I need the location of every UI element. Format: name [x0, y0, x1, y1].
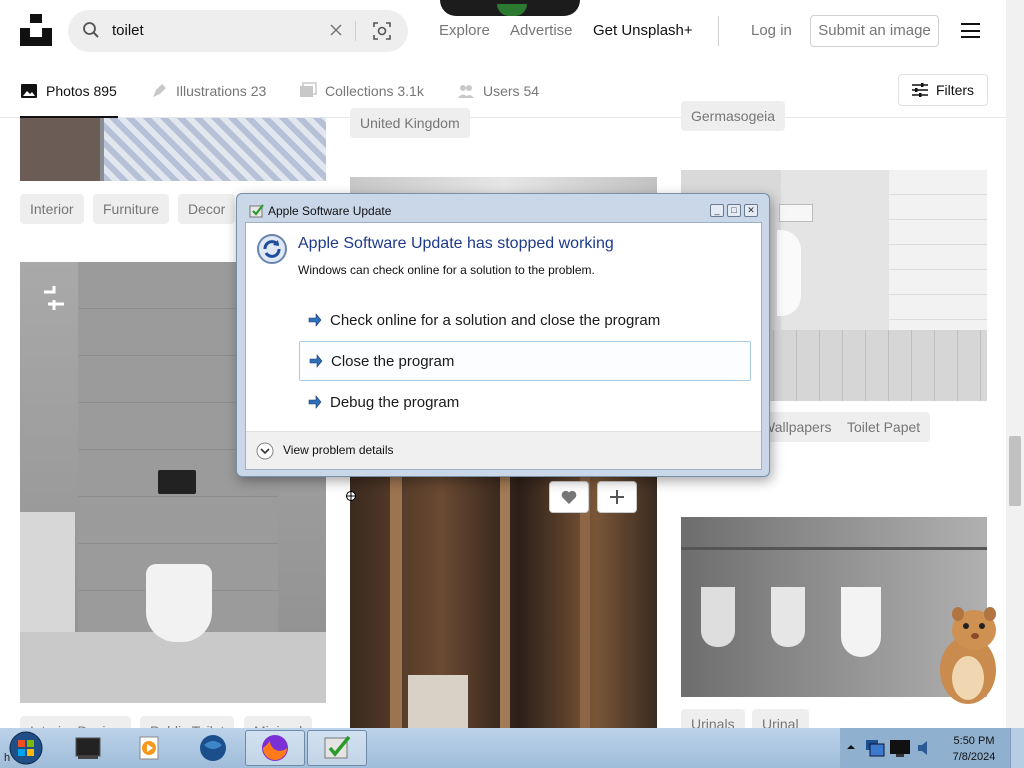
error-dialog: Apple Software Update _ □ ✕ Apple Softwa… — [236, 193, 770, 477]
tab-illustrations[interactable]: Illustrations 23 — [150, 82, 266, 100]
debug-program-label: Debug the program — [330, 393, 460, 411]
check-online-label: Check online for a solution and close th… — [330, 311, 661, 329]
taskbar-media-player[interactable] — [120, 730, 180, 766]
search-input[interactable]: toilet — [112, 22, 144, 39]
tag-decor[interactable]: Decor — [178, 194, 236, 224]
add-to-collection-button[interactable] — [597, 481, 637, 513]
screen: { "header": { "search_value": "toilet", … — [0, 0, 1024, 768]
users-icon — [458, 85, 474, 98]
minimize-button[interactable]: _ — [710, 204, 724, 217]
photo-tiled-floor[interactable] — [20, 118, 326, 181]
search-divider — [355, 21, 356, 41]
top-header: toilet Explore Advertise Get Unsplash+ L… — [0, 0, 1006, 62]
software-update-icon — [257, 234, 287, 264]
dialog-subtext: Windows can check online for a solution … — [298, 263, 595, 277]
tag-united-kingdom[interactable]: United Kingdom — [350, 108, 470, 138]
tab-collections[interactable]: Collections 3.1k — [299, 82, 424, 100]
like-button[interactable] — [549, 481, 589, 513]
unsplash-plus-badge-icon — [44, 286, 64, 310]
tab-collections-count: 3.1k — [397, 83, 424, 99]
tag-germasogeia[interactable]: Germasogeia — [681, 101, 786, 131]
media-player-icon — [139, 736, 159, 760]
arrow-right-icon — [308, 395, 322, 409]
firefox-icon — [262, 735, 288, 761]
nav-advertise[interactable]: Advertise — [510, 22, 573, 39]
dialog-footer: View problem details — [246, 431, 761, 469]
tab-illustrations-label: Illustrations — [176, 83, 247, 99]
taskbar-globe[interactable] — [183, 730, 243, 766]
arrow-right-icon — [309, 354, 323, 368]
taskbar-clock[interactable]: 5:50 PM 7/8/2024 — [946, 733, 1002, 765]
start-button[interactable] — [6, 730, 46, 766]
nav-explore[interactable]: Explore — [439, 22, 490, 39]
taskbar-firefox[interactable] — [245, 730, 305, 766]
software-update-task-icon — [324, 735, 351, 759]
clock-date: 7/8/2024 — [952, 751, 996, 763]
windows-orb-icon — [9, 731, 43, 765]
nav-unsplash-plus[interactable]: Get Unsplash+ — [593, 22, 693, 39]
tray-expand-icon[interactable] — [846, 742, 856, 752]
close-program-label: Close the program — [331, 352, 455, 370]
tray-volume-icon[interactable] — [916, 739, 934, 757]
app-update-icon — [249, 204, 264, 218]
taskbar-software-update[interactable] — [307, 730, 367, 766]
filters-label: Filters — [935, 82, 975, 98]
nav-divider — [718, 16, 719, 46]
hamburger-menu-icon[interactable] — [961, 23, 980, 38]
close-program-option[interactable]: Close the program — [299, 341, 751, 381]
tag-interior[interactable]: Interior — [20, 194, 84, 224]
debug-program-option[interactable]: Debug the program — [299, 382, 751, 422]
terminal-icon — [75, 737, 101, 759]
tab-photos-label: Photos — [46, 83, 90, 99]
check-online-option[interactable]: Check online for a solution and close th… — [299, 300, 751, 340]
tag-toilet-papet[interactable]: Toilet Papet — [837, 412, 931, 442]
tag-furniture[interactable]: Furniture — [93, 194, 170, 224]
heart-icon — [561, 490, 577, 504]
clock-time: 5:50 PM — [953, 735, 995, 747]
start-overlay-text: h — [4, 752, 11, 764]
search-tabs: Photos 895 Illustrations 23 Collections … — [0, 62, 1006, 118]
chevron-down-icon[interactable] — [256, 442, 274, 460]
search-bar[interactable]: toilet — [68, 10, 408, 52]
tab-collections-label: Collections — [325, 83, 394, 99]
collection-icon — [300, 82, 317, 97]
clear-search-icon[interactable] — [330, 24, 342, 36]
filter-sliders-icon — [911, 83, 928, 97]
mouse-cursor-icon — [346, 491, 356, 501]
plus-icon — [610, 490, 624, 504]
login-link[interactable]: Log in — [751, 22, 792, 39]
view-details-link[interactable]: View problem details — [283, 443, 394, 457]
unsplash-logo-icon[interactable] — [20, 14, 52, 46]
tab-illustrations-count: 23 — [250, 83, 267, 99]
arrow-right-icon — [308, 313, 322, 327]
filters-button[interactable]: Filters — [898, 74, 988, 106]
tab-users-label: Users — [483, 83, 520, 99]
show-desktop-button[interactable] — [1010, 728, 1024, 768]
tray-monitor-icon[interactable] — [888, 736, 912, 760]
tray-network-icon[interactable] — [864, 736, 888, 760]
dialog-heading: Apple Software Update has stopped workin… — [298, 235, 614, 252]
page-scrollbar[interactable] — [1006, 0, 1024, 728]
tab-photos[interactable]: Photos 895 — [20, 82, 117, 100]
scrollbar-thumb[interactable] — [1009, 436, 1021, 506]
photo-wooden-bathroom[interactable] — [350, 477, 657, 728]
pen-nib-icon — [153, 84, 166, 97]
hamster-desktop-pet[interactable] — [928, 600, 1008, 710]
globe-icon — [200, 735, 226, 761]
photo-icon — [21, 84, 37, 98]
taskbar-terminal[interactable] — [58, 730, 118, 766]
dialog-title: Apple Software Update — [268, 204, 392, 218]
dialog-body: Apple Software Update has stopped workin… — [245, 222, 762, 470]
visual-search-icon[interactable] — [373, 22, 391, 40]
tab-users-count: 54 — [523, 83, 540, 99]
submit-image-button[interactable]: Submit an image — [810, 15, 939, 47]
maximize-button[interactable]: □ — [727, 204, 741, 217]
search-icon[interactable] — [82, 21, 100, 39]
tab-users[interactable]: Users 54 — [457, 82, 539, 100]
close-button[interactable]: ✕ — [744, 204, 758, 217]
tab-photos-count: 895 — [93, 83, 117, 99]
